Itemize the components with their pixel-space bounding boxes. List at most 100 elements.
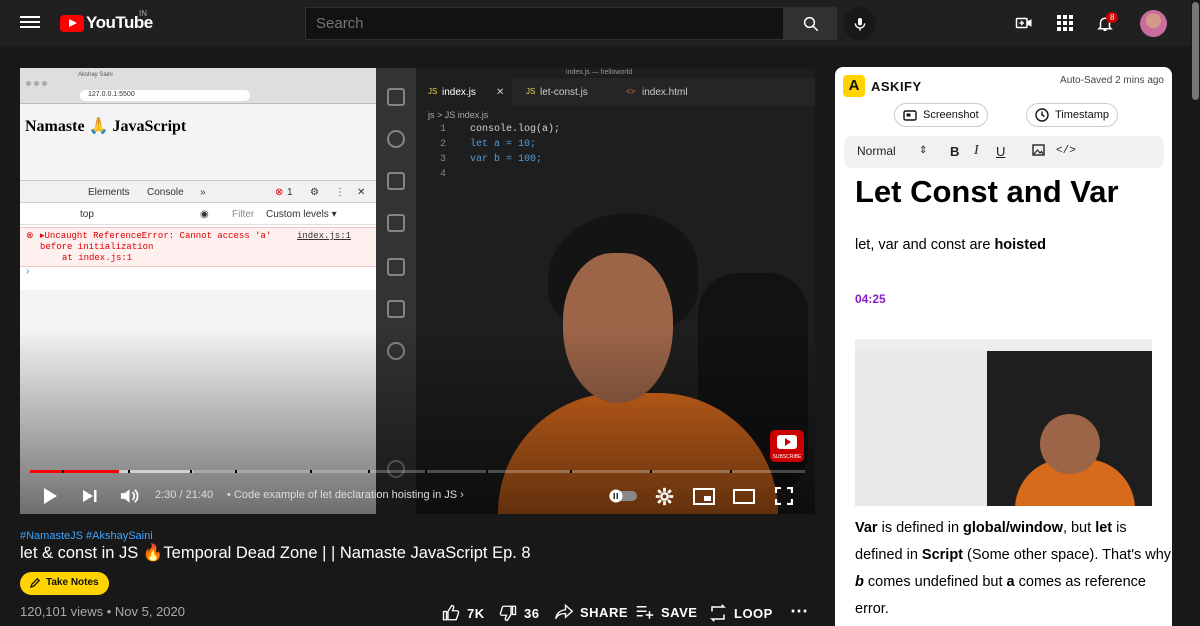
theater-mode-button[interactable] [732,484,756,508]
note-paragraph[interactable]: b comes undefined but a comes as referen… [855,574,1146,590]
note-text-bold-italic: b [855,574,864,590]
like-button[interactable]: 7K [442,604,485,622]
timestamp-button[interactable]: Timestamp [1026,103,1118,127]
page-scrollbar-thumb[interactable] [1192,2,1199,100]
note-text-run: (Some other space). That's why [963,547,1172,563]
note-text-run: is defined in [877,520,964,536]
gear-icon [655,487,673,505]
note-text-bold: Var [855,520,878,536]
miniplayer-button[interactable] [692,484,716,508]
more-horizontal-icon: ⋯ [790,601,809,621]
pencil-icon [30,577,41,588]
dislike-button[interactable]: 36 [499,604,539,622]
note-text-bold: let [1095,520,1113,536]
image-insert-icon[interactable] [1032,144,1045,159]
more-actions-button[interactable]: ⋯ [790,601,809,622]
loop-icon [710,604,726,622]
play-button[interactable] [38,484,62,508]
code-line: var b = 100; [470,154,543,165]
take-notes-label: Take Notes [46,577,99,588]
playlist-add-icon [636,606,654,619]
editor-window-title: index.js — helloworld [566,69,633,76]
devtools-gear-icon: ⚙ [310,187,319,198]
miniplayer-icon [693,487,715,505]
error-icon: ⊗ [26,231,34,241]
time-display: 2:30 / 21:40 [155,489,214,501]
search-input[interactable] [305,7,784,40]
note-screenshot-thumbnail[interactable] [855,339,1152,506]
format-select[interactable]: Normal [857,144,896,158]
note-text-bold: global/window [963,520,1063,536]
fullscreen-icon [775,487,793,505]
error-source: index.js:1 [297,231,352,241]
share-button[interactable]: SHARE [555,604,628,620]
avatar[interactable] [1140,10,1167,37]
menu-icon[interactable] [20,13,40,33]
askify-panel: A ASKIFY Auto-Saved 2 mins ago Screensho… [835,67,1172,626]
duration: 21:40 [185,489,214,501]
screenshot-icon [903,109,917,121]
error-line: ▸Uncaught ReferenceError: Cannot access … [40,231,272,241]
note-heading[interactable]: Let Const and Var [855,174,1119,210]
bold-icon[interactable]: B [950,144,959,159]
subscribe-watermark[interactable]: SUBSCRIBE [770,430,804,462]
console-filter: Filter [232,209,255,220]
note-text-run: , but [1062,520,1096,536]
apps-button[interactable] [1055,13,1075,33]
youtube-logo[interactable]: YouTube IN [60,9,153,33]
clock-icon [1035,108,1049,122]
autoplay-toggle[interactable] [608,484,638,508]
player-controls: 2:30 / 21:40 • Code example of let decla… [20,478,815,514]
like-count: 7K [467,605,485,621]
take-notes-button[interactable]: Take Notes [20,572,109,595]
screenshot-label: Screenshot [923,109,979,121]
line-number: 2 [439,139,446,150]
code-block-icon[interactable]: </> [1056,145,1076,157]
skip-next-icon [83,490,97,502]
create-button[interactable] [1014,13,1034,33]
error-count-icon: ⊗ [275,187,284,198]
devtools-tab-console: Console [147,187,184,198]
video-hashtags[interactable]: #NamasteJS #AkshaySaini [20,530,153,542]
console-levels: Custom levels ▾ [266,209,337,220]
loop-label: LOOP [734,605,773,621]
timestamp-label: Timestamp [1055,109,1109,121]
current-time: 2:30 [155,489,177,501]
chapter-title: Code example of let declaration hoisting… [233,489,458,501]
browser-chrome: Akshay Saini 127.0.0.1:5500 [20,68,376,104]
mute-button[interactable] [117,484,141,508]
progress-bar[interactable] [30,470,805,473]
askify-brand: ASKIFY [871,78,922,94]
note-paragraph[interactable]: Var is defined in global/window, but let… [855,520,1127,536]
search-icon [803,16,818,31]
code-line: console.log(a); [470,124,561,135]
devtools-kebab-icon: ⋮ [335,187,345,198]
dislike-count: 36 [524,605,540,621]
settings-button[interactable] [652,484,676,508]
note-paragraph[interactable]: let, var and const are hoisted [855,237,1046,253]
underline-icon[interactable]: U [996,144,1005,159]
screenshot-button[interactable]: Screenshot [894,103,988,127]
italic-icon[interactable]: I [974,143,979,159]
voice-search-button[interactable] [843,7,876,40]
save-label: SAVE [661,604,698,620]
note-paragraph[interactable]: error. [855,601,889,617]
page-scrollbar[interactable] [1191,0,1200,626]
save-button[interactable]: SAVE [636,604,697,620]
chapter-button[interactable]: • Code example of let declaration hoisti… [227,489,464,501]
devtools-panel: Elements Console » ⊗ 1 ⚙ ⋮ ✕ top ◉ Filte… [20,180,376,290]
askify-logo: A ASKIFY [843,75,922,97]
note-timestamp-link[interactable]: 04:25 [855,292,886,306]
note-paragraph[interactable]: defined in Script (Some other space). Th… [855,547,1171,563]
browser-tab: Akshay Saini [78,72,113,78]
fullscreen-button[interactable] [772,484,796,508]
loop-button[interactable]: LOOP [709,604,773,622]
region-code: IN [139,9,147,18]
select-arrows-icon: ⇕ [919,145,928,156]
search-button[interactable] [784,7,837,40]
video-title: let & const in JS 🔥Temporal Dead Zone | … [20,544,531,562]
next-button[interactable] [78,484,102,508]
video-player[interactable]: Akshay Saini 127.0.0.1:5500 Namaste 🙏 Ja… [20,68,815,514]
video-camera-add-icon [1015,17,1032,29]
note-text-run: comes undefined but [863,574,1007,590]
